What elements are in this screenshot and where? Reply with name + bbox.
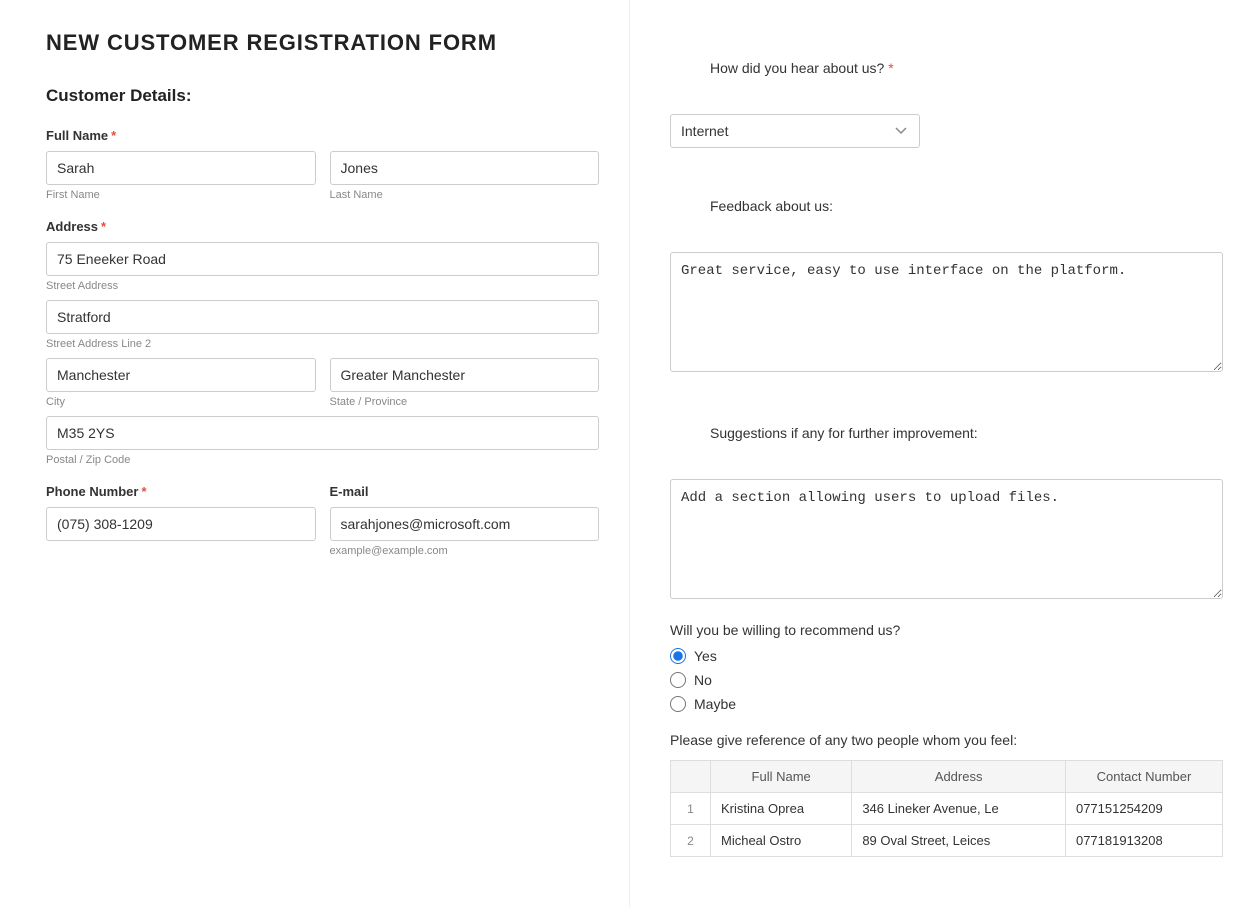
suggestions-textarea[interactable]: Add a section allowing users to upload f… (670, 479, 1223, 599)
radio-yes-input[interactable] (670, 648, 686, 664)
email-col: E-mail example@example.com (330, 484, 600, 557)
row-contact: 077151254209 (1065, 793, 1222, 825)
full-name-label: Full Name* (46, 128, 599, 143)
address-group: Address* Street Address Street Address L… (46, 219, 599, 466)
street-address-sublabel: Street Address (46, 280, 118, 292)
radio-no-input[interactable] (670, 672, 686, 688)
row-contact: 077181913208 (1065, 825, 1222, 857)
street-address-wrapper: Street Address (46, 242, 599, 292)
phone-col: Phone Number* (46, 484, 316, 557)
radio-maybe-input[interactable] (670, 696, 686, 712)
city-sublabel: City (46, 396, 316, 408)
state-input[interactable] (330, 358, 600, 392)
postal-wrapper: Postal / Zip Code (46, 416, 599, 466)
street-address-input[interactable] (46, 242, 599, 276)
last-name-sublabel: Last Name (330, 189, 600, 201)
right-panel: How did you hear about us? * Internet So… (630, 0, 1253, 907)
customer-details-heading: Customer Details: (46, 86, 599, 106)
full-name-row: First Name Last Name (46, 151, 599, 201)
hear-about-select[interactable]: Internet Social Media Friend Advertiseme… (670, 114, 920, 148)
email-example: example@example.com (330, 545, 600, 557)
row-num: 2 (671, 825, 711, 857)
left-panel: NEW CUSTOMER REGISTRATION FORM Customer … (0, 0, 630, 907)
postal-sublabel: Postal / Zip Code (46, 454, 130, 466)
state-col: State / Province (330, 358, 600, 408)
radio-maybe-item[interactable]: Maybe (670, 696, 1223, 712)
radio-no-label: No (694, 672, 712, 688)
phone-email-row: Phone Number* E-mail example@example.com (46, 484, 599, 557)
radio-group: Yes No Maybe (670, 648, 1223, 712)
table-header-address: Address (852, 761, 1066, 793)
table-header-fullname: Full Name (711, 761, 852, 793)
reference-table: Full Name Address Contact Number 1 Krist… (670, 760, 1223, 857)
feedback-label: Feedback about us: (670, 168, 1253, 244)
feedback-group: Feedback about us: Great service, easy t… (670, 168, 1223, 375)
phone-input[interactable] (46, 507, 316, 541)
radio-maybe-label: Maybe (694, 696, 736, 712)
row-name: Kristina Oprea (711, 793, 852, 825)
last-name-input[interactable] (330, 151, 600, 185)
city-col: City (46, 358, 316, 408)
radio-no-item[interactable]: No (670, 672, 1223, 688)
reference-group: Please give reference of any two people … (670, 732, 1223, 857)
radio-yes-item[interactable]: Yes (670, 648, 1223, 664)
street-address2-input[interactable] (46, 300, 599, 334)
email-label: E-mail (330, 484, 600, 499)
email-input[interactable] (330, 507, 600, 541)
phone-label: Phone Number* (46, 484, 316, 499)
hear-about-group: How did you hear about us? * Internet So… (670, 30, 1223, 148)
first-name-col: First Name (46, 151, 316, 201)
street-address2-wrapper: Street Address Line 2 (46, 300, 599, 350)
street-address2-sublabel: Street Address Line 2 (46, 338, 151, 350)
recommend-group: Will you be willing to recommend us? Yes… (670, 622, 1223, 712)
first-name-sublabel: First Name (46, 189, 316, 201)
table-header-row: Full Name Address Contact Number (671, 761, 1223, 793)
city-state-row: City State / Province (46, 358, 599, 408)
full-name-group: Full Name* First Name Last Name (46, 128, 599, 201)
row-address: 346 Lineker Avenue, Le (852, 793, 1066, 825)
feedback-textarea[interactable]: Great service, easy to use interface on … (670, 252, 1223, 372)
table-header-contact: Contact Number (1065, 761, 1222, 793)
table-row: 1 Kristina Oprea 346 Lineker Avenue, Le … (671, 793, 1223, 825)
form-title: NEW CUSTOMER REGISTRATION FORM (46, 30, 599, 56)
suggestions-group: Suggestions if any for further improveme… (670, 395, 1223, 602)
suggestions-label: Suggestions if any for further improveme… (670, 395, 1253, 471)
reference-label: Please give reference of any two people … (670, 732, 1223, 748)
row-num: 1 (671, 793, 711, 825)
table-row: 2 Micheal Ostro 89 Oval Street, Leices 0… (671, 825, 1223, 857)
postal-input[interactable] (46, 416, 599, 450)
address-label: Address* (46, 219, 599, 234)
row-address: 89 Oval Street, Leices (852, 825, 1066, 857)
hear-about-select-wrapper: Internet Social Media Friend Advertiseme… (670, 114, 920, 148)
recommend-label: Will you be willing to recommend us? (670, 622, 1223, 638)
last-name-col: Last Name (330, 151, 600, 201)
table-header-num (671, 761, 711, 793)
city-input[interactable] (46, 358, 316, 392)
row-name: Micheal Ostro (711, 825, 852, 857)
hear-about-label: How did you hear about us? * (670, 30, 1253, 106)
first-name-input[interactable] (46, 151, 316, 185)
radio-yes-label: Yes (694, 648, 717, 664)
state-sublabel: State / Province (330, 396, 600, 408)
